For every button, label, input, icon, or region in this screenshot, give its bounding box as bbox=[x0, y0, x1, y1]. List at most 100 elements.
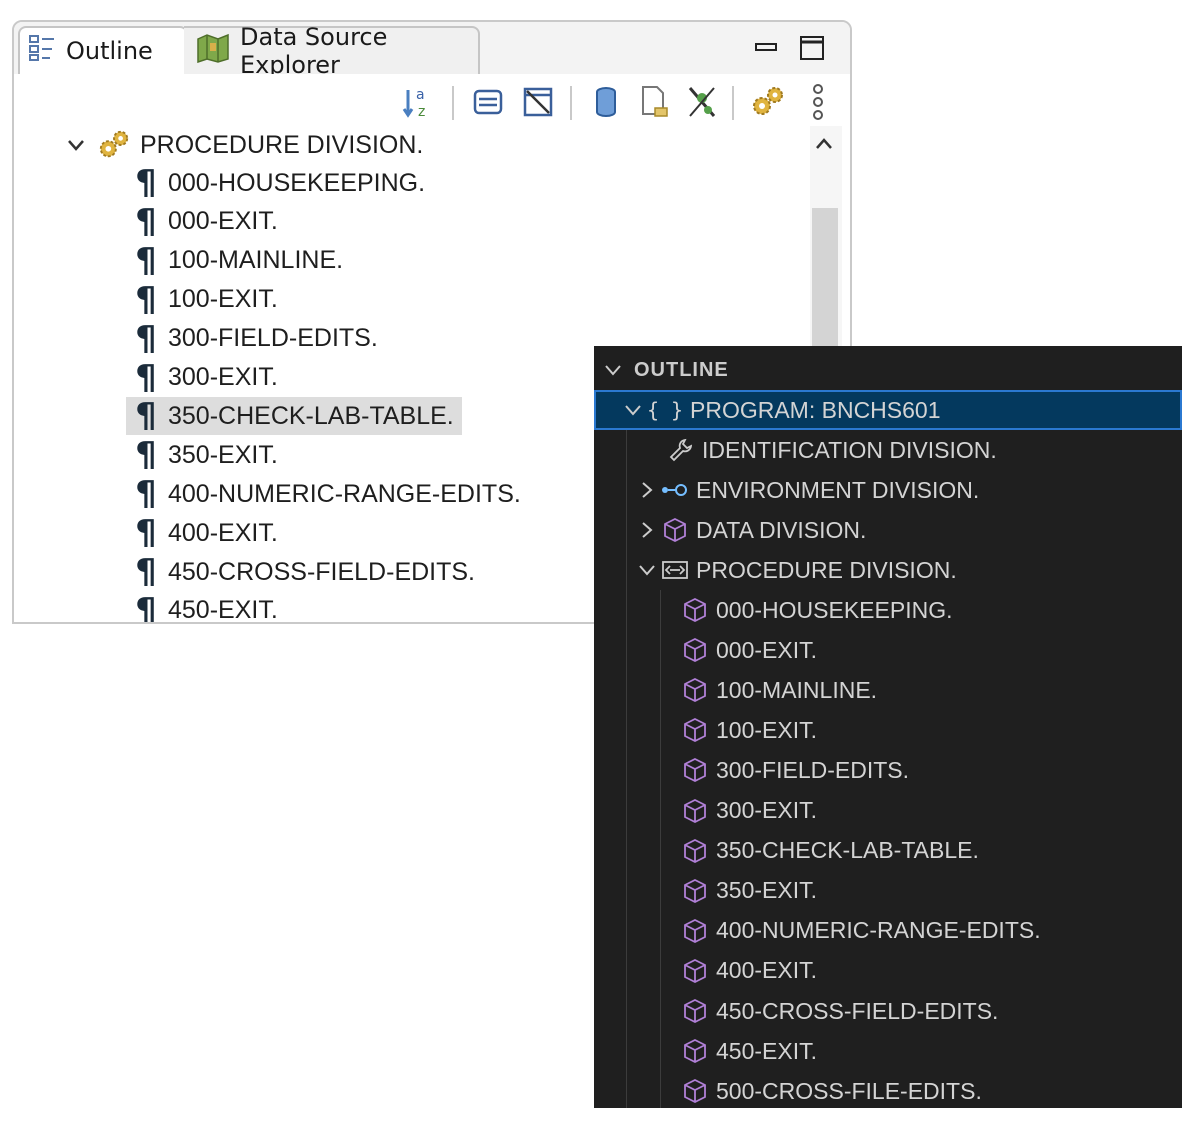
tree-item-label: 000-HOUSEKEEPING. bbox=[716, 596, 953, 623]
tree-item-paragraph[interactable]: 100-MAINLINE. bbox=[594, 670, 1182, 710]
braces-icon: { } bbox=[646, 398, 684, 422]
division-label: ENVIRONMENT DIVISION. bbox=[696, 476, 980, 503]
chevron-down-icon[interactable] bbox=[620, 400, 646, 420]
tree-item-label: 500-CROSS-FILE-EDITS. bbox=[716, 1077, 982, 1104]
database-button[interactable] bbox=[586, 82, 626, 122]
wrench-icon bbox=[666, 437, 696, 463]
paragraph-icon: ¶ bbox=[135, 474, 157, 515]
tab-data-source-label: Data Source Explorer bbox=[240, 23, 388, 79]
tree-item-paragraph[interactable]: ¶ 400-NUMERIC-RANGE-EDITS. bbox=[126, 474, 529, 515]
tab-outline[interactable]: Outline bbox=[18, 26, 188, 74]
cube-icon bbox=[680, 1038, 710, 1064]
tree-item-label: 350-EXIT. bbox=[716, 877, 817, 904]
tree-item-paragraph[interactable]: 300-EXIT. bbox=[594, 791, 1182, 831]
chevron-down-icon[interactable] bbox=[64, 135, 88, 155]
tab-data-source-explorer[interactable]: Data Source Explorer bbox=[184, 23, 480, 79]
tree-item-paragraph[interactable]: 450-CROSS-FIELD-EDITS. bbox=[594, 991, 1182, 1031]
view-menu-button[interactable] bbox=[798, 82, 838, 122]
tree-item-label: 300-EXIT. bbox=[168, 363, 278, 391]
paragraph-icon: ¶ bbox=[135, 435, 157, 476]
division-label: IDENTIFICATION DIVISION. bbox=[702, 436, 997, 463]
hide-fields-button[interactable] bbox=[518, 82, 558, 122]
paragraph-icon: ¶ bbox=[135, 318, 157, 359]
tree-item-label: 100-MAINLINE. bbox=[716, 676, 878, 703]
tree-item-label: 350-CHECK-LAB-TABLE. bbox=[716, 837, 979, 864]
tree-item-paragraph[interactable]: ¶ 100-MAINLINE. bbox=[126, 240, 351, 281]
interface-icon bbox=[660, 480, 690, 500]
cube-icon bbox=[680, 597, 710, 623]
outline-title: OUTLINE bbox=[634, 358, 729, 381]
cube-icon bbox=[680, 998, 710, 1024]
tree-node-procedure-division[interactable]: PROCEDURE DIVISION. bbox=[594, 550, 1182, 590]
sort-az-button[interactable]: a z bbox=[400, 82, 440, 122]
hide-fields-icon bbox=[523, 87, 553, 117]
tree-item-paragraph[interactable]: ¶ 350-EXIT. bbox=[126, 435, 286, 476]
cube-icon bbox=[680, 958, 710, 984]
tree-item-paragraph[interactable]: ¶ 450-CROSS-FIELD-EDITS. bbox=[126, 552, 483, 592]
tree-item-paragraph[interactable]: 500-CROSS-FILE-EDITS. bbox=[594, 1071, 1182, 1108]
tree-item-label: 000-EXIT. bbox=[716, 636, 817, 663]
filter-button[interactable] bbox=[468, 82, 508, 122]
tree-item-paragraph[interactable]: ¶ 350-CHECK-LAB-TABLE. bbox=[126, 396, 462, 437]
paragraph-icon: ¶ bbox=[135, 590, 157, 624]
document-icon bbox=[642, 86, 668, 117]
cube-icon bbox=[680, 838, 710, 864]
paragraph-icon: ¶ bbox=[135, 396, 157, 437]
outline-icon bbox=[28, 34, 56, 68]
svg-text:a: a bbox=[416, 87, 425, 103]
chevron-right-icon[interactable] bbox=[634, 520, 660, 540]
map-icon bbox=[196, 33, 230, 69]
tree-item-paragraph[interactable]: ¶ 000-EXIT. bbox=[126, 201, 286, 242]
gears-button[interactable] bbox=[748, 82, 788, 122]
tree-item-paragraph[interactable]: 000-HOUSEKEEPING. bbox=[594, 590, 1182, 630]
division-label: DATA DIVISION. bbox=[696, 516, 867, 543]
sort-az-icon: a z bbox=[402, 87, 425, 120]
tab-bar: Outline Data Source Explorer bbox=[14, 22, 850, 79]
paragraph-icon: ¶ bbox=[135, 279, 157, 320]
cube-icon bbox=[660, 517, 690, 543]
tree-item-paragraph[interactable]: ¶ 400-EXIT. bbox=[126, 513, 286, 553]
enum-icon bbox=[660, 559, 690, 581]
tree-item-paragraph[interactable]: ¶ 300-EXIT. bbox=[126, 357, 286, 398]
tree-item-paragraph[interactable]: 300-FIELD-EDITS. bbox=[594, 750, 1182, 790]
tree-item-label: 100-EXIT. bbox=[716, 716, 817, 743]
tree-node-data-division[interactable]: DATA DIVISION. bbox=[594, 510, 1182, 550]
tree-item-label: 400-NUMERIC-RANGE-EDITS. bbox=[716, 917, 1041, 944]
tree-item-paragraph[interactable]: ¶ 300-FIELD-EDITS. bbox=[126, 318, 386, 359]
tree-item-paragraph[interactable]: 400-NUMERIC-RANGE-EDITS. bbox=[594, 911, 1182, 951]
tab-outline-label: Outline bbox=[66, 37, 153, 65]
tree-item-label: 450-CROSS-FIELD-EDITS. bbox=[716, 997, 999, 1024]
chevron-right-icon[interactable] bbox=[634, 480, 660, 500]
cube-icon bbox=[680, 677, 710, 703]
tree-node-program[interactable]: { } PROGRAM: BNCHS601 bbox=[594, 390, 1182, 430]
tree-node-procedure-division[interactable]: PROCEDURE DIVISION. bbox=[64, 126, 423, 164]
scroll-up-icon[interactable] bbox=[814, 136, 834, 156]
paragraph-icon: ¶ bbox=[135, 357, 157, 398]
gears-icon bbox=[753, 87, 783, 115]
tree-item-paragraph[interactable]: 400-EXIT. bbox=[594, 951, 1182, 991]
tree-item-paragraph[interactable]: ¶ 000-HOUSEKEEPING. bbox=[126, 163, 433, 203]
tree-node-identification-division[interactable]: IDENTIFICATION DIVISION. bbox=[594, 430, 1182, 470]
tree-item-paragraph[interactable]: 350-CHECK-LAB-TABLE. bbox=[594, 831, 1182, 871]
document-button[interactable] bbox=[634, 82, 674, 122]
tree-item-paragraph[interactable]: ¶ 450-EXIT. bbox=[126, 590, 286, 624]
tree-item-paragraph[interactable]: 100-EXIT. bbox=[594, 710, 1182, 750]
tree-item-paragraph[interactable]: ¶ 100-EXIT. bbox=[126, 279, 286, 320]
tree-item-paragraph[interactable]: 450-EXIT. bbox=[594, 1031, 1182, 1071]
paragraph-icon: ¶ bbox=[135, 240, 157, 281]
paragraph-icon: ¶ bbox=[135, 201, 157, 242]
maximize-button[interactable] bbox=[794, 30, 830, 66]
minimize-button[interactable] bbox=[748, 30, 784, 66]
tree-item-label: 100-EXIT. bbox=[168, 285, 278, 314]
tree-node-environment-division[interactable]: ENVIRONMENT DIVISION. bbox=[594, 470, 1182, 510]
hide-nonpublic-button[interactable] bbox=[682, 82, 722, 122]
chevron-down-icon[interactable] bbox=[600, 360, 626, 380]
chevron-down-icon[interactable] bbox=[634, 560, 660, 580]
paragraph-icon: ¶ bbox=[135, 552, 157, 592]
tree-item-paragraph[interactable]: 000-EXIT. bbox=[594, 630, 1182, 670]
tree-item-paragraph[interactable]: 350-EXIT. bbox=[594, 871, 1182, 911]
tree-item-label: 400-EXIT. bbox=[716, 957, 817, 984]
outline-section-header[interactable]: OUTLINE bbox=[594, 350, 1182, 390]
tree-item-label: 450-EXIT. bbox=[168, 596, 278, 624]
program-label: PROGRAM: BNCHS601 bbox=[690, 396, 941, 423]
